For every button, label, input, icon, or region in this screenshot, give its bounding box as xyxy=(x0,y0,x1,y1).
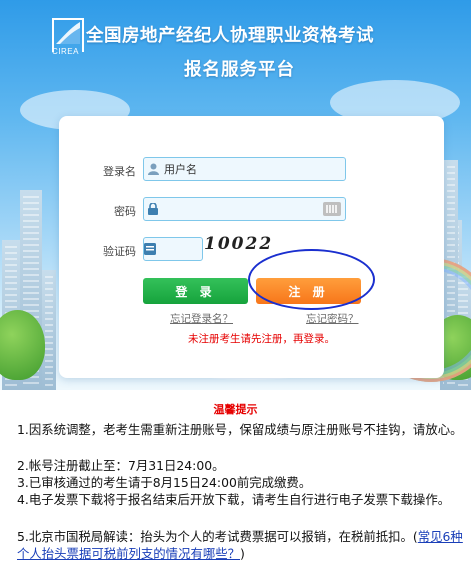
captcha-field[interactable] xyxy=(143,237,303,261)
username-field[interactable] xyxy=(143,157,346,181)
password-field[interactable] xyxy=(143,197,346,221)
tip-item: 2.帐号注册截止至：7月31日24:00。 xyxy=(17,458,225,473)
site-subtitle: 报名服务平台 xyxy=(184,60,295,80)
captcha-label: 验证码 xyxy=(103,245,136,258)
tip-item: 4.电子发票下载将于报名结束后开放下载，请考生自行进行电子发票下载操作。 xyxy=(17,492,451,507)
annotation-circle xyxy=(248,249,375,310)
forgot-password-link[interactable]: 忘记密码？ xyxy=(306,311,359,326)
username-input[interactable] xyxy=(162,158,345,180)
forgot-username-link[interactable]: 忘记登录名？ xyxy=(170,311,233,326)
logo-text: CIREA xyxy=(52,47,79,56)
tip-item: 3.已审核通过的考生请于8月15日24:00前完成缴费。 xyxy=(17,475,312,490)
lock-icon xyxy=(144,198,162,220)
register-notice: 未注册考生请先注册，再登录。 xyxy=(188,333,335,345)
tip-item: 1.因系统调整，老考生需重新注册账号，保留成绩与原注册账号不挂钩，请放心。 xyxy=(17,422,463,437)
captcha-text: 10022 xyxy=(204,234,274,254)
keyboard-icon[interactable] xyxy=(323,202,341,216)
logo-icon xyxy=(56,22,80,44)
tip-item-text: 5.北京市国税局解读：抬头为个人的考试费票据可以报销，在税前抵扣。( xyxy=(17,529,418,544)
password-input[interactable] xyxy=(162,198,345,220)
login-button[interactable]: 登 录 xyxy=(143,278,248,304)
building-decoration xyxy=(42,270,56,390)
user-icon xyxy=(144,158,162,180)
password-label: 密码 xyxy=(114,205,136,218)
captcha-icon xyxy=(144,238,156,260)
username-label: 登录名 xyxy=(103,165,136,178)
tips-title: 温馨提示 xyxy=(213,403,258,416)
tip-item-5: 5.北京市国税局解读：抬头为个人的考试费票据可以报销，在税前抵扣。(常见6种个人… xyxy=(17,528,469,562)
site-title: 全国房地产经纪人协理职业资格考试 xyxy=(86,26,374,46)
tip-item-suffix: ) xyxy=(240,546,245,561)
